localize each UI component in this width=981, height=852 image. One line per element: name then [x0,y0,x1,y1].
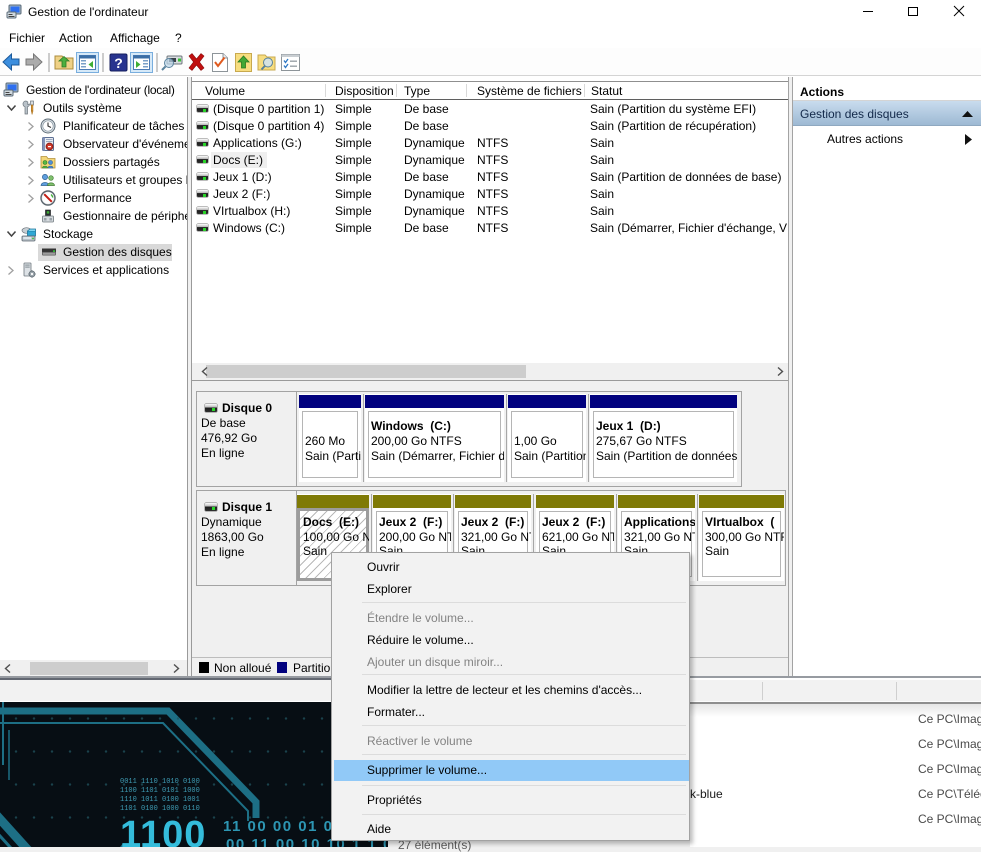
svg-text:?: ? [114,55,123,71]
